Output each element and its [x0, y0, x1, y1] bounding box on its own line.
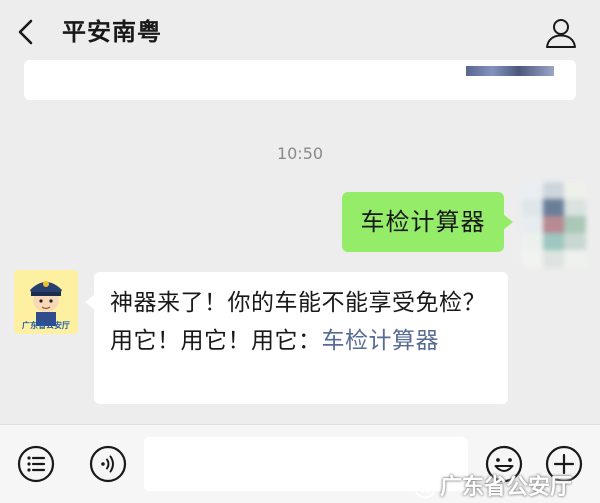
voice-icon[interactable] [88, 444, 128, 484]
police-badge-icon [414, 477, 436, 499]
police-mascot-avatar[interactable]: 广东省公安厅 [14, 270, 78, 334]
source-watermark: 广东省公安厅 [414, 476, 572, 500]
chevron-left-icon[interactable] [14, 18, 38, 46]
avatar-caption: 广东省公安厅 [22, 321, 70, 330]
outgoing-message-bubble[interactable]: 车检计算器 [342, 192, 513, 252]
message-link[interactable]: 车检计算器 [322, 328, 440, 354]
menu-list-icon[interactable] [16, 444, 56, 484]
person-outline-icon[interactable] [544, 16, 578, 50]
my-avatar[interactable] [522, 182, 586, 268]
watermark-text: 广东省公安厅 [440, 475, 573, 500]
chat-title: 平安南粤 [62, 18, 162, 46]
incoming-message-bubble[interactable]: 神器来了！你的车能不能享受免检？用它！用它！用它：车检计算器 [85, 272, 508, 404]
message-timestamp: 10:50 [276, 144, 324, 163]
article-thumbnail [466, 66, 554, 76]
chat-header: 平安南粤 [0, 0, 600, 68]
previous-article-card[interactable] [24, 60, 576, 100]
